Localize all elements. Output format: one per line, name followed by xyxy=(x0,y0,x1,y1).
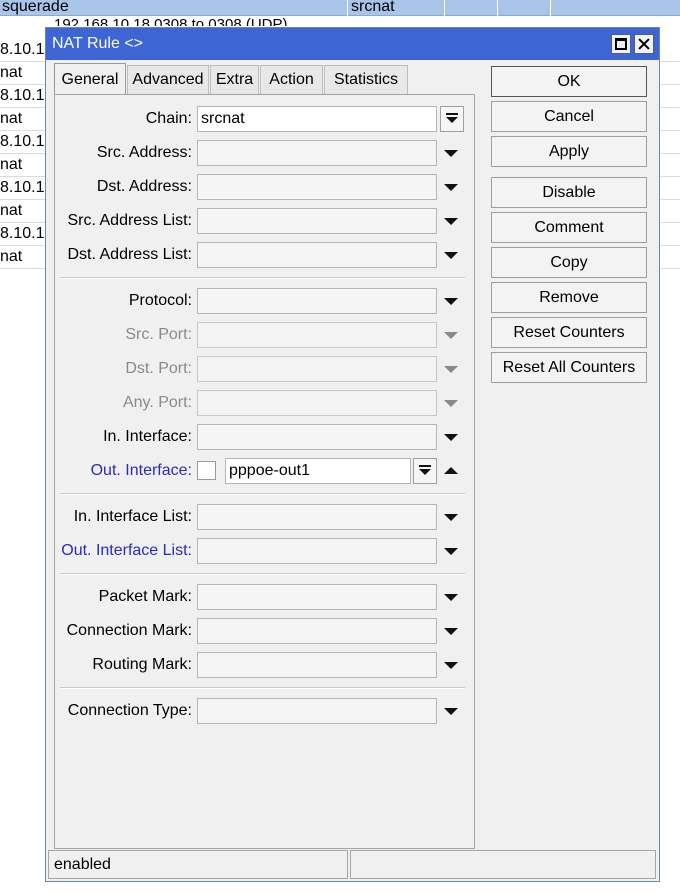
in-interface-list-label: In. Interface List: xyxy=(73,508,192,525)
src-port-dropdown-icon xyxy=(444,332,458,339)
dst-address-label: Dst. Address: xyxy=(96,178,192,195)
tab-statistics[interactable]: Statistics xyxy=(324,65,408,94)
table-header-cell xyxy=(446,0,498,16)
section-divider xyxy=(60,573,465,575)
src-port-field xyxy=(197,322,437,348)
status-enabled: enabled xyxy=(48,850,348,879)
out-interface-list-label: Out. Interface List: xyxy=(61,542,192,559)
table-cell: nat xyxy=(0,248,23,265)
window-title: NAT Rule <> xyxy=(52,35,144,52)
table-header-cell: srcnat xyxy=(349,0,445,16)
in-interface-dropdown-icon[interactable] xyxy=(444,434,458,441)
connection-type-label: Connection Type: xyxy=(67,702,192,719)
chain-field[interactable]: srcnat xyxy=(197,106,437,132)
table-cell: 8.10.10 xyxy=(0,87,46,104)
packet-mark-field[interactable] xyxy=(197,584,437,610)
any-port-dropdown-icon xyxy=(444,400,458,407)
tab-action[interactable]: Action xyxy=(260,65,323,94)
connection-type-field[interactable] xyxy=(197,698,437,724)
connection-mark-dropdown-icon[interactable] xyxy=(444,628,458,635)
src-address-label: Src. Address: xyxy=(96,144,192,161)
any-port-field xyxy=(197,390,437,416)
in-interface-list-field[interactable] xyxy=(197,504,437,530)
out-interface-dropdown-icon[interactable] xyxy=(413,458,437,484)
in-interface-list-dropdown-icon[interactable] xyxy=(444,514,458,521)
table-cell: 8.10.18 xyxy=(0,225,46,242)
out-interface-negate-checkbox[interactable] xyxy=(197,461,216,480)
in-interface-label: In. Interface: xyxy=(103,428,192,445)
connection-mark-label: Connection Mark: xyxy=(66,622,192,639)
protocol-dropdown-icon[interactable] xyxy=(444,298,458,305)
dst-port-label: Dst. Port: xyxy=(125,360,192,377)
out-interface-field[interactable]: pppoe-out1 xyxy=(225,458,411,484)
table-cell: nat xyxy=(0,156,23,173)
cancel-button[interactable]: Cancel xyxy=(491,101,647,132)
reset-all-counters-button[interactable]: Reset All Counters xyxy=(491,352,647,383)
dst-address-field[interactable] xyxy=(197,174,437,200)
nat-rule-dialog: NAT Rule <> General Advanced Extra Actio… xyxy=(45,27,660,882)
dst-address-list-label: Dst. Address List: xyxy=(67,246,193,263)
out-interface-label: Out. Interface: xyxy=(90,462,192,479)
table-cell: 8.10.18 xyxy=(0,41,46,58)
general-panel: Chain: srcnat Src. Address: Dst. Address… xyxy=(54,94,475,849)
dst-port-field xyxy=(197,356,437,382)
packet-mark-dropdown-icon[interactable] xyxy=(444,594,458,601)
dst-address-dropdown-icon[interactable] xyxy=(444,184,458,191)
connection-type-dropdown-icon[interactable] xyxy=(444,708,458,715)
tab-general[interactable]: General xyxy=(54,63,126,95)
table-cell: 8.10.18 xyxy=(0,179,46,196)
close-icon[interactable] xyxy=(634,34,654,54)
src-port-label: Src. Port: xyxy=(125,326,192,343)
apply-button[interactable]: Apply xyxy=(491,136,647,167)
dst-address-list-dropdown-icon[interactable] xyxy=(444,252,458,259)
reset-counters-button[interactable]: Reset Counters xyxy=(491,317,647,348)
ok-button[interactable]: OK xyxy=(491,66,647,97)
chain-label: Chain: xyxy=(145,110,192,127)
out-interface-list-dropdown-icon[interactable] xyxy=(444,548,458,555)
disable-button[interactable]: Disable xyxy=(491,177,647,208)
table-header-cell xyxy=(552,0,680,16)
src-address-list-label: Src. Address List: xyxy=(67,212,193,229)
src-address-list-field[interactable] xyxy=(197,208,437,234)
in-interface-field[interactable] xyxy=(197,424,437,450)
src-address-dropdown-icon[interactable] xyxy=(444,150,458,157)
table-header-cell xyxy=(499,0,551,16)
routing-mark-field[interactable] xyxy=(197,652,437,678)
out-interface-collapse-icon[interactable] xyxy=(444,467,458,474)
any-port-label: Any. Port: xyxy=(122,394,192,411)
src-address-list-dropdown-icon[interactable] xyxy=(444,218,458,225)
out-interface-list-field[interactable] xyxy=(197,538,437,564)
tab-advanced[interactable]: Advanced xyxy=(127,65,209,94)
status-secondary xyxy=(350,850,656,879)
protocol-field[interactable] xyxy=(197,288,437,314)
connection-mark-field[interactable] xyxy=(197,618,437,644)
table-row-partial-text: 192.168.10.18 0308 to 0308 (UDP) xyxy=(54,16,288,26)
copy-button[interactable]: Copy xyxy=(491,247,647,278)
comment-button[interactable]: Comment xyxy=(491,212,647,243)
table-cell: nat xyxy=(0,64,23,81)
table-cell: 8.10.10 xyxy=(0,133,46,150)
section-divider xyxy=(60,687,465,689)
section-divider xyxy=(60,493,465,495)
packet-mark-label: Packet Mark: xyxy=(98,588,192,605)
tab-extra[interactable]: Extra xyxy=(210,65,259,94)
table-cell: nat xyxy=(0,202,23,219)
protocol-label: Protocol: xyxy=(128,292,192,309)
dst-port-dropdown-icon xyxy=(444,366,458,373)
maximize-icon[interactable] xyxy=(611,34,631,54)
src-address-field[interactable] xyxy=(197,140,437,166)
title-bar[interactable]: NAT Rule <> xyxy=(46,28,659,60)
dst-address-list-field[interactable] xyxy=(197,242,437,268)
section-divider xyxy=(60,277,465,279)
table-cell: nat xyxy=(0,110,23,127)
chain-dropdown-icon[interactable] xyxy=(440,106,464,132)
remove-button[interactable]: Remove xyxy=(491,282,647,313)
routing-mark-label: Routing Mark: xyxy=(92,656,192,673)
routing-mark-dropdown-icon[interactable] xyxy=(444,662,458,669)
